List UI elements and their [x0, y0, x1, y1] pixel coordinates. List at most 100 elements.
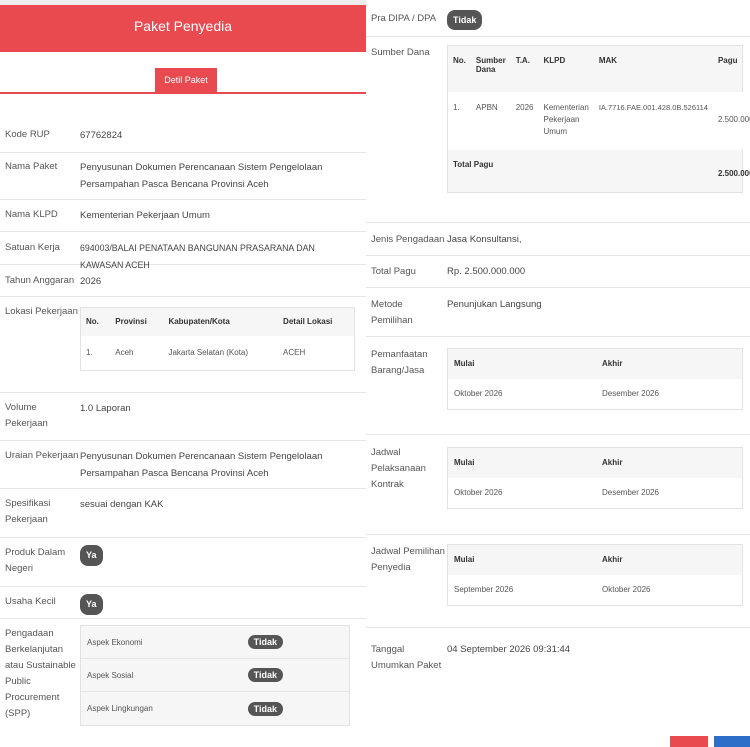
list-item: Aspek Ekonomi Tidak	[81, 626, 349, 659]
jadwal-pemilihan-akhir-header: Akhir	[602, 555, 623, 564]
jadwal-pemilihan-mulai: September 2026	[454, 585, 514, 594]
row-usaha-kecil: Usaha Kecil Ya	[0, 587, 366, 619]
lokasi-th-provinsi: Provinsi	[115, 317, 147, 326]
jadwal-kontrak-akhir-header: Akhir	[602, 458, 623, 467]
row-jadwal-kontrak: Jadwal Pelaksanaan Kontrak Mulai Akhir Ok…	[366, 435, 750, 535]
spp-label-6: (SPP)	[5, 708, 31, 719]
produk-label-2: Negeri	[5, 563, 33, 574]
lokasi-label: Lokasi Pekerjaan	[5, 306, 78, 317]
spp-table: Aspek Ekonomi Tidak Aspek Sosial Tidak A…	[80, 625, 350, 726]
satuan-kerja-label: Satuan Kerja	[5, 242, 60, 253]
tanggal-value: 04 September 2026 09:31:44	[447, 644, 571, 655]
row-tanggal-umumkan: Tanggal Umumkan Paket 04 September 2026 …	[366, 628, 750, 688]
tab-bar: Detil Paket	[0, 52, 366, 94]
footer-red-button[interactable]	[670, 736, 708, 747]
produk-badge: Ya	[80, 545, 103, 566]
sd-th-klpd: KLPD	[543, 56, 566, 65]
spp-label-5: Procurement	[5, 692, 60, 703]
row-sumber-dana: Sumber Dana No. Sumber Dana T.A. KLPD MA…	[366, 37, 750, 223]
row-nama-klpd: Nama KLPD Kementerian Pekerjaan Umum	[0, 200, 366, 232]
spesifikasi-label-2: Pekerjaan	[5, 514, 48, 525]
row-pemanfaatan: Pemanfaatan Barang/Jasa Mulai Akhir Oktob…	[366, 337, 750, 435]
sd-th-mak: MAK	[598, 56, 618, 65]
uraian-label: Uraian Pekerjaan	[5, 450, 79, 461]
produk-label-1: Produk Dalam	[5, 547, 66, 558]
lokasi-cell-detail: ACEH	[278, 336, 354, 370]
table-row: 1. Aceh Jakarta Selatan (Kota) ACEH	[81, 336, 354, 370]
spesifikasi-value: sesuai dengan KAK	[80, 499, 164, 510]
spp-label-2: Berkelanjutan	[5, 644, 64, 655]
jadwal-pemilihan-mulai-header: Mulai	[454, 555, 475, 564]
jenis-pengadaan-label: Jenis Pengadaan	[371, 234, 445, 245]
table-row: Oktober 2026 Desember 2026	[448, 379, 742, 409]
list-item: Aspek Lingkungan Tidak	[81, 692, 349, 725]
sd-th-sumber: Sumber Dana	[475, 56, 506, 74]
pemanfaatan-label-2: Barang/Jasa	[371, 365, 425, 376]
sd-cell-pagu: Rp. 2.500.000.000	[712, 92, 750, 150]
row-produk-dalam-negeri: Produk Dalam Negeri Ya	[0, 538, 366, 587]
spp-label-3: atau Sustainable	[5, 660, 76, 671]
row-jadwal-pemilihan: Jadwal Pemilihan Penyedia Mulai Akhir Sep…	[366, 535, 750, 628]
lokasi-th-detail: Detail Lokasi	[283, 317, 333, 326]
row-kode-rup: Kode RUP 67762824	[0, 118, 366, 153]
sd-cell-mak: IA.7716.FAE.001.428.0B.526114	[593, 92, 713, 150]
sd-cell-ta: 2026	[510, 92, 539, 150]
spp-label-4: Public	[5, 676, 31, 687]
usaha-kecil-label: Usaha Kecil	[5, 596, 56, 607]
spp-lingkungan-badge: Tidak	[247, 701, 283, 716]
spp-aspek-ekonomi: Aspek Ekonomi	[87, 637, 143, 647]
top-strip	[0, 0, 366, 5]
sd-cell-sumber: APBN	[470, 92, 511, 150]
nama-klpd-label: Nama KLPD	[5, 209, 58, 220]
jadwal-kontrak-label-2: Pelaksanaan	[371, 463, 426, 474]
tanggal-label-2: Umumkan Paket	[371, 660, 442, 671]
spp-aspek-lingkungan: Aspek Lingkungan	[87, 704, 153, 713]
pemanfaatan-mulai: Oktober 2026	[454, 389, 503, 398]
lokasi-cell-provinsi: Aceh	[110, 336, 164, 370]
row-total-pagu: Total Pagu Rp. 2.500.000.000	[366, 256, 750, 288]
pemanfaatan-akhir-header: Akhir	[602, 359, 623, 368]
pemanfaatan-label-1: Pemanfaatan	[371, 349, 428, 360]
metode-label-1: Metode	[371, 299, 403, 310]
pemanfaatan-akhir: Desember 2026	[602, 389, 659, 398]
row-nama-paket: Nama Paket Penyusunan Dokumen Perencanaa…	[0, 153, 366, 200]
panel-header: Paket Penyedia	[0, 0, 366, 52]
lokasi-cell-no: 1.	[81, 336, 111, 370]
row-volume: Volume Pekerjaan 1.0 Laporan	[0, 393, 366, 441]
jadwal-kontrak-mulai: Oktober 2026	[454, 488, 503, 497]
footer-blue-button[interactable]	[714, 736, 750, 747]
pra-dipa-badge: Tidak	[447, 10, 483, 30]
jadwal-kontrak-label-3: Kontrak	[371, 479, 404, 490]
left-panel: Paket Penyedia Detil Paket Kode RUP 6776…	[0, 0, 366, 747]
sd-total-label: Total Pagu	[453, 160, 494, 169]
spp-ekonomi-badge: Tidak	[247, 635, 283, 649]
pemanfaatan-mulai-header: Mulai	[454, 359, 475, 368]
row-pra-dipa: Pra DIPA / DPA Tidak	[366, 0, 750, 37]
table-row: 1. APBN 2026 Kementerian Pekerjaan Umum …	[448, 92, 750, 150]
sumber-dana-label: Sumber Dana	[371, 47, 430, 58]
row-satuan-kerja: Satuan Kerja 694003/BALAI PENATAAN BANGU…	[0, 232, 366, 270]
kode-rup-label: Kode RUP	[5, 129, 50, 140]
sd-cell-no: 1.	[448, 92, 471, 150]
list-item: Aspek Sosial Tidak	[81, 659, 349, 692]
row-jenis-pengadaan: Jenis Pengadaan Jasa Konsultansi,	[366, 223, 750, 256]
lokasi-th-no: No.	[86, 317, 99, 326]
right-panel: Pra DIPA / DPA Tidak Sumber Dana No. Sum…	[366, 0, 750, 747]
row-metode-pemilihan: Metode Pemilihan Penunjukan Langsung	[366, 288, 750, 337]
jadwal-kontrak-mulai-header: Mulai	[454, 458, 475, 467]
volume-value: 1.0 Laporan	[80, 403, 131, 414]
nama-klpd-value: Kementerian Pekerjaan Umum	[80, 210, 210, 221]
jadwal-kontrak-akhir: Desember 2026	[602, 488, 659, 497]
tanggal-label-1: Tanggal	[371, 644, 405, 655]
lokasi-th-kabupaten: Kabupaten/Kota	[168, 317, 230, 326]
jenis-pengadaan-value: Jasa Konsultansi,	[447, 234, 522, 245]
tab-detil-paket[interactable]: Detil Paket	[155, 68, 217, 92]
nama-paket-value: Penyusunan Dokumen Perencanaan Sistem Pe…	[80, 162, 323, 190]
spp-sosial-badge: Tidak	[247, 668, 283, 682]
jadwal-pemilihan-akhir: Oktober 2026	[602, 585, 651, 594]
jadwal-kontrak-label-1: Jadwal	[371, 447, 401, 458]
table-row: Oktober 2026 Desember 2026	[448, 478, 742, 508]
sd-cell-klpd: Kementerian Pekerjaan Umum	[538, 92, 594, 150]
row-spesifikasi: Spesifikasi Pekerjaan sesuai dengan KAK	[0, 489, 366, 538]
spesifikasi-label-1: Spesifikasi	[5, 498, 51, 509]
